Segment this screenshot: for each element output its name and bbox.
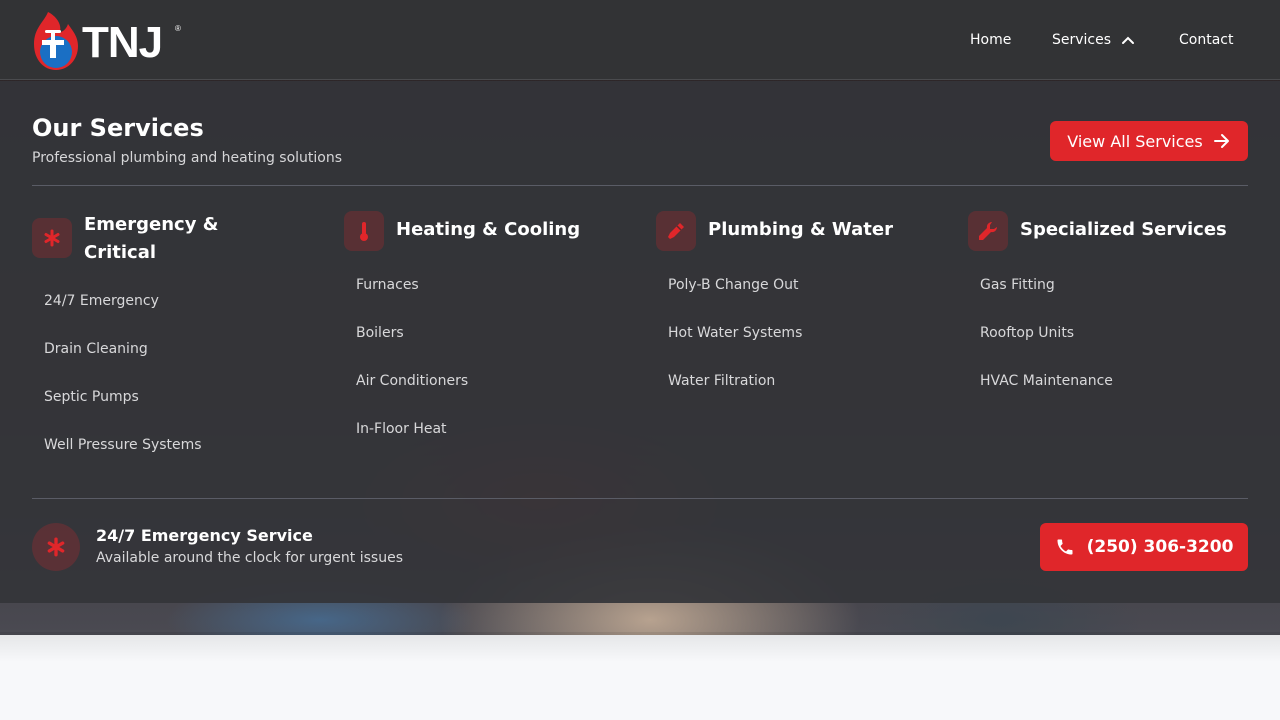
emergency-service-subtitle: Available around the clock for urgent is… (96, 550, 403, 566)
panel-divider-top (32, 185, 1248, 186)
panel-divider-bottom (32, 498, 1248, 499)
services-column-emergency: Emergency & Critical 24/7 Emergency Drai… (32, 211, 332, 453)
brand-logo[interactable]: TNJ ® (30, 10, 190, 72)
service-link[interactable]: Gas Fitting (980, 261, 1113, 309)
column-items: 24/7 Emergency Drain Cleaning Septic Pum… (44, 277, 202, 469)
column-header: Plumbing & Water (656, 211, 956, 261)
column-header: Heating & Cooling (344, 211, 644, 261)
arrow-right-icon (1213, 134, 1229, 148)
pipe-wrench-icon (656, 211, 696, 251)
column-title[interactable]: Specialized Services (1020, 216, 1280, 244)
nav-link-home[interactable]: Home (970, 32, 1011, 48)
service-link[interactable]: Water Filtration (668, 357, 802, 405)
nav-contact: Contact (1179, 0, 1233, 80)
services-column-heating: Heating & Cooling Furnaces Boilers Air C… (344, 211, 644, 437)
service-link[interactable]: Air Conditioners (356, 357, 468, 405)
nav-home: Home (970, 0, 1011, 80)
brand-name: TNJ (82, 18, 163, 67)
panel-title: Our Services (32, 114, 204, 142)
panel-subtitle: Professional plumbing and heating soluti… (32, 150, 343, 166)
registered-mark: ® (175, 24, 181, 33)
view-all-services-button[interactable]: View All Services (1050, 121, 1248, 161)
services-dropdown-panel: Our Services Professional plumbing and h… (0, 81, 1280, 603)
service-link[interactable]: Furnaces (356, 261, 468, 309)
emergency-asterisk-icon (32, 523, 80, 571)
hero-fade (0, 632, 1280, 662)
column-title[interactable]: Plumbing & Water (708, 216, 968, 244)
nav-link-services[interactable]: Services (1052, 32, 1111, 48)
nav-services: Services (1052, 0, 1135, 80)
phone-icon (1057, 539, 1073, 555)
asterisk-icon (32, 218, 72, 258)
service-link[interactable]: In-Floor Heat (356, 405, 468, 453)
service-link[interactable]: Septic Pumps (44, 373, 202, 421)
column-items: Furnaces Boilers Air Conditioners In-Flo… (356, 261, 468, 453)
site-header: TNJ ® Home Services Contact (0, 0, 1280, 80)
service-link[interactable]: 24/7 Emergency (44, 277, 202, 325)
services-column-specialized: Specialized Services Gas Fitting Rooftop… (968, 211, 1268, 389)
service-link[interactable]: Poly-B Change Out (668, 261, 802, 309)
faucet-flame-logo-icon (34, 12, 78, 70)
service-link[interactable]: Well Pressure Systems (44, 421, 202, 469)
column-title[interactable]: Heating & Cooling (396, 216, 656, 244)
column-header: Specialized Services (968, 211, 1268, 261)
service-link[interactable]: Hot Water Systems (668, 309, 802, 357)
chevron-up-icon[interactable] (1121, 35, 1135, 45)
call-phone-button[interactable]: (250) 306-3200 (1040, 523, 1248, 571)
service-link[interactable]: Rooftop Units (980, 309, 1113, 357)
phone-number: (250) 306-3200 (1086, 537, 1234, 557)
service-link[interactable]: Boilers (356, 309, 468, 357)
column-items: Poly-B Change Out Hot Water Systems Wate… (668, 261, 802, 405)
view-all-label: View All Services (1067, 131, 1203, 151)
thermometer-icon (344, 211, 384, 251)
column-title[interactable]: Emergency & Critical (84, 211, 274, 267)
column-header: Emergency & Critical (32, 211, 332, 263)
nav-link-contact[interactable]: Contact (1179, 32, 1233, 48)
service-link[interactable]: Drain Cleaning (44, 325, 202, 373)
emergency-service-title: 24/7 Emergency Service (96, 526, 313, 545)
service-link[interactable]: HVAC Maintenance (980, 357, 1113, 405)
services-column-plumbing: Plumbing & Water Poly-B Change Out Hot W… (656, 211, 956, 389)
wrench-icon (968, 211, 1008, 251)
column-items: Gas Fitting Rooftop Units HVAC Maintenan… (980, 261, 1113, 405)
